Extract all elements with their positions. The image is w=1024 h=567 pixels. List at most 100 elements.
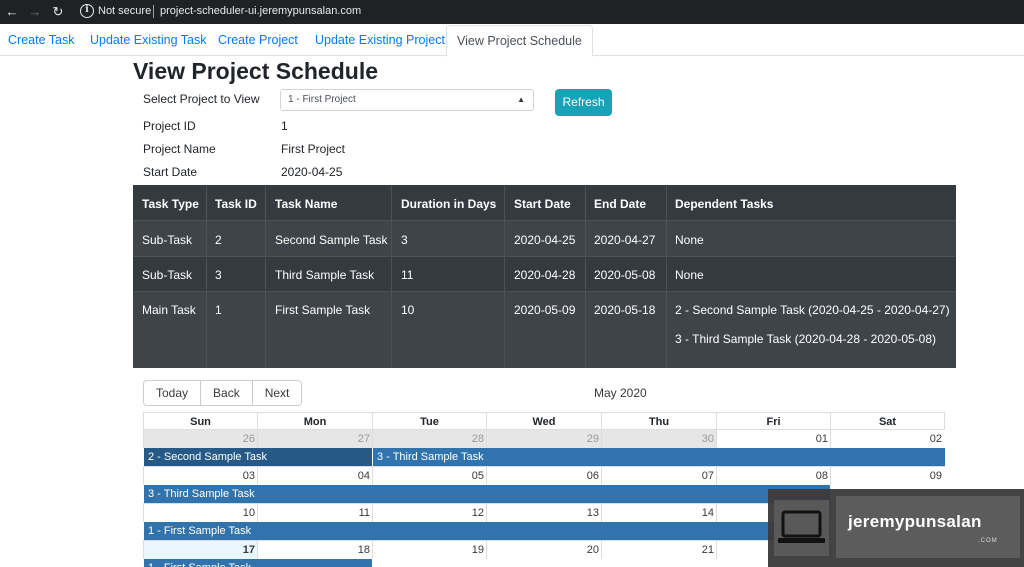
table-header: Start Date — [514, 197, 571, 211]
table-cell: 3 — [215, 268, 222, 282]
address-bar-url[interactable]: project-scheduler-ui.jeremypunsalan.com — [160, 5, 361, 17]
table-col-divider — [206, 185, 207, 368]
project-select[interactable]: 1 - First Project ▲ — [280, 89, 534, 111]
refresh-button[interactable]: Refresh — [555, 89, 612, 116]
tab-update-existing-project[interactable]: Update Existing Project — [307, 25, 453, 56]
calendar-date[interactable]: 02 — [830, 430, 945, 448]
calendar-date[interactable]: 14 — [601, 504, 717, 522]
back-arrow-icon[interactable]: ← — [4, 4, 20, 20]
calendar-date[interactable]: 13 — [486, 504, 602, 522]
table-col-divider — [391, 185, 392, 368]
project-id-value: 1 — [281, 119, 288, 133]
calendar-date[interactable]: 08 — [716, 467, 831, 485]
calendar-event[interactable]: 2 - Second Sample Task — [144, 448, 372, 466]
table-cell: 3 - Third Sample Task (2020-04-28 - 2020… — [675, 332, 937, 346]
table-cell: 2 — [215, 233, 222, 247]
project-id-label: Project ID — [143, 119, 196, 133]
table-header: Task ID — [215, 197, 257, 211]
table-col-divider — [504, 185, 505, 368]
table-cell: 2020-04-25 — [514, 233, 576, 247]
calendar-month-label: May 2020 — [594, 386, 647, 400]
tab-update-existing-task[interactable]: Update Existing Task — [82, 25, 215, 56]
project-select-value: 1 - First Project — [288, 94, 356, 105]
calendar-date[interactable]: 10 — [143, 504, 258, 522]
select-caret-icon: ▲ — [517, 95, 525, 104]
table-cell: 11 — [401, 268, 414, 282]
weekday-header: Wed — [486, 412, 602, 430]
calendar-date[interactable]: 04 — [257, 467, 373, 485]
weekday-header: Tue — [372, 412, 487, 430]
calendar-back-button[interactable]: Back — [201, 381, 253, 405]
calendar-nav-group: Today Back Next — [143, 380, 303, 406]
table-cell: 1 — [215, 303, 222, 317]
calendar-date[interactable]: 11 — [257, 504, 373, 522]
nav-tabs: Create Task Update Existing Task Create … — [0, 25, 1024, 57]
watermark-suffix: .COM — [978, 538, 998, 544]
table-col-divider — [666, 185, 667, 368]
calendar-date[interactable]: 05 — [372, 467, 487, 485]
calendar-date[interactable]: 27 — [257, 430, 373, 448]
calendar-date[interactable]: 20 — [486, 541, 602, 559]
calendar-date[interactable]: 03 — [143, 467, 258, 485]
calendar-event[interactable]: 1 - First Sample Task — [144, 559, 372, 567]
calendar-date[interactable]: 19 — [372, 541, 487, 559]
table-cell: Sub-Task — [142, 233, 193, 247]
table-cell: None — [675, 268, 704, 282]
weekday-header: Mon — [257, 412, 373, 430]
table-cell: Second Sample Task — [275, 233, 388, 247]
calendar-date-today[interactable]: 17 — [143, 541, 258, 559]
calendar-next-button[interactable]: Next — [252, 381, 302, 405]
table-cell: 2 - Second Sample Task (2020-04-25 - 202… — [675, 303, 950, 317]
tab-create-task[interactable]: Create Task — [0, 25, 82, 56]
calendar-date[interactable]: 01 — [716, 430, 831, 448]
table-header: End Date — [594, 197, 647, 211]
info-icon[interactable]: i — [80, 4, 94, 18]
weekday-header: Sat — [830, 412, 945, 430]
calendar-date[interactable]: 28 — [372, 430, 487, 448]
forward-arrow-icon[interactable]: → — [27, 4, 43, 20]
calendar-event[interactable]: 3 - Third Sample Task — [144, 485, 830, 503]
browser-toolbar: ← → ↻ i Not secure project-scheduler-ui.… — [0, 0, 1024, 24]
table-header: Task Type — [142, 197, 199, 211]
table-header: Dependent Tasks — [675, 197, 774, 211]
table-cell: First Sample Task — [275, 303, 371, 317]
watermark-name: jeremypunsalan — [848, 512, 982, 531]
weekday-header: Fri — [716, 412, 831, 430]
tab-create-project[interactable]: Create Project — [210, 25, 306, 56]
project-name-label: Project Name — [143, 142, 216, 156]
calendar-date[interactable]: 07 — [601, 467, 717, 485]
table-cell: Third Sample Task — [275, 268, 375, 282]
calendar-date[interactable]: 21 — [601, 541, 717, 559]
table-header: Duration in Days — [401, 197, 497, 211]
calendar-date[interactable]: 18 — [257, 541, 373, 559]
laptop-icon — [774, 500, 829, 556]
table-divider — [133, 220, 956, 221]
page-title: View Project Schedule — [133, 58, 379, 84]
security-label[interactable]: Not secure — [98, 5, 151, 17]
calendar-date[interactable]: 09 — [830, 467, 945, 485]
reload-icon[interactable]: ↻ — [50, 4, 66, 20]
calendar-today-button[interactable]: Today — [144, 381, 202, 405]
table-col-divider — [585, 185, 586, 368]
table-cell: 10 — [401, 303, 415, 317]
table-cell: 2020-05-09 — [514, 303, 576, 317]
calendar-date[interactable]: 12 — [372, 504, 487, 522]
table-cell: 2020-04-28 — [514, 268, 576, 282]
address-separator — [153, 5, 154, 18]
calendar-date[interactable]: 06 — [486, 467, 602, 485]
table-cell: Sub-Task — [142, 268, 193, 282]
table-cell: None — [675, 233, 704, 247]
tab-view-project-schedule[interactable]: View Project Schedule — [446, 25, 593, 57]
table-cell: 3 — [401, 233, 408, 247]
table-cell: 2020-04-27 — [594, 233, 656, 247]
calendar-date[interactable]: 30 — [601, 430, 717, 448]
table-col-divider — [265, 185, 266, 368]
calendar-date[interactable]: 29 — [486, 430, 602, 448]
project-name-value: First Project — [281, 142, 346, 156]
select-project-label: Select Project to View — [143, 92, 260, 106]
calendar-date[interactable]: 26 — [143, 430, 258, 448]
calendar-event[interactable]: 3 - Third Sample Task — [373, 448, 945, 466]
table-header: Task Name — [275, 197, 338, 211]
calendar-event[interactable]: 1 - First Sample Task — [144, 522, 830, 540]
start-date-value: 2020-04-25 — [281, 165, 343, 179]
